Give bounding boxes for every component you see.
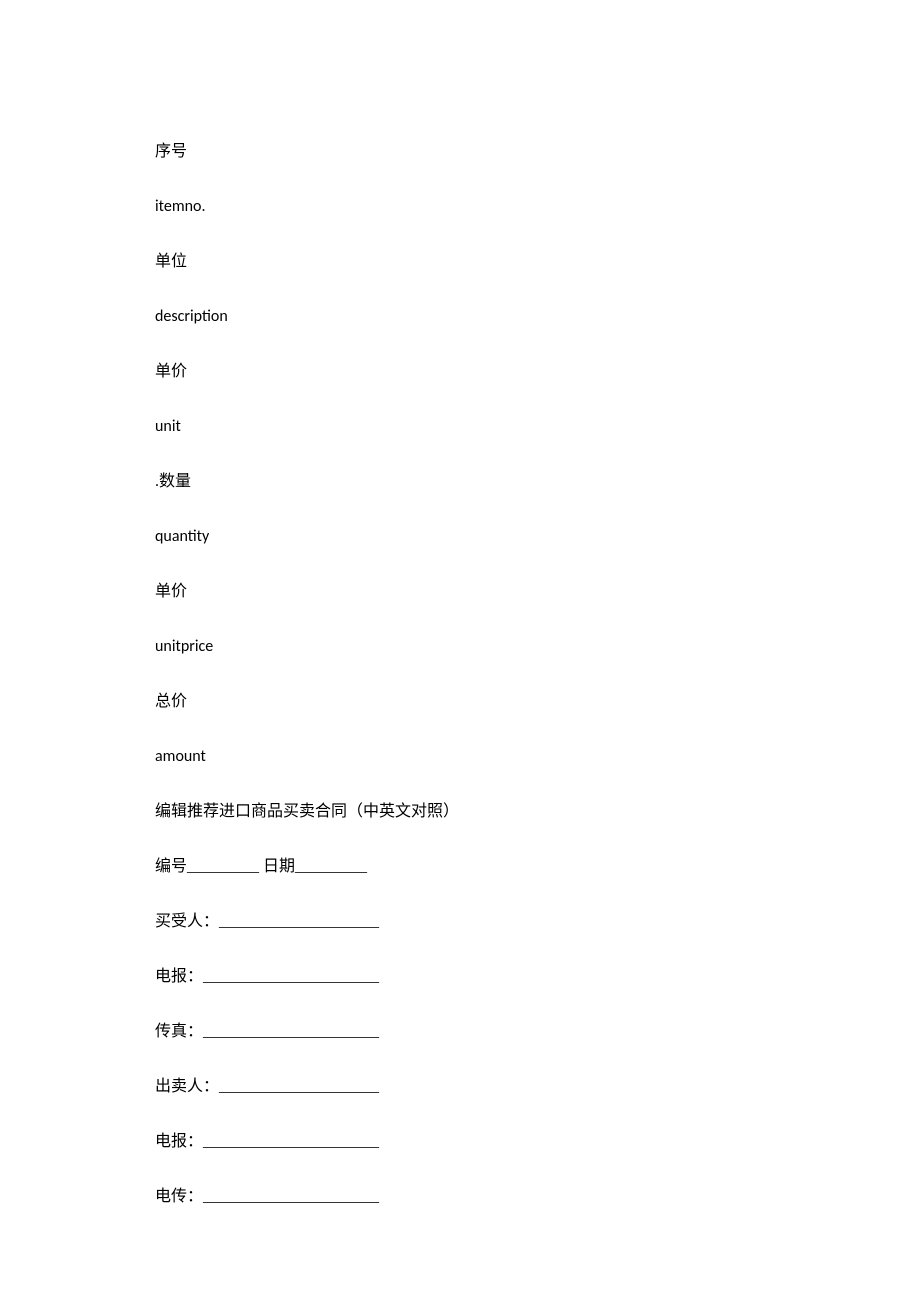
- line-title: 编辑推荐进口商品买卖合同（中英文对照）: [155, 800, 765, 824]
- line-bianhao-riqi: 编号_________ 日期_________: [155, 855, 765, 879]
- line-unitprice: unitprice: [155, 635, 765, 659]
- line-danwei: 单位: [155, 250, 765, 274]
- line-dianbao-1: 电报：______________________: [155, 965, 765, 989]
- line-chumairen: 出卖人：____________________: [155, 1075, 765, 1099]
- line-itemno: itemno.: [155, 195, 765, 219]
- line-quantity: quantity: [155, 525, 765, 549]
- line-danjia-2: 单价: [155, 580, 765, 604]
- line-dianbao-2: 电报：______________________: [155, 1130, 765, 1154]
- line-shuliang: .数量: [155, 470, 765, 494]
- line-chuanzhen: 传真：______________________: [155, 1020, 765, 1044]
- line-description: description: [155, 305, 765, 329]
- line-dianchuan: 电传：______________________: [155, 1185, 765, 1209]
- line-maishouren: 买受人：____________________: [155, 910, 765, 934]
- line-amount: amount: [155, 745, 765, 769]
- line-danjia-1: 单价: [155, 360, 765, 384]
- line-zongjia: 总价: [155, 690, 765, 714]
- line-xuhao: 序号: [155, 140, 765, 164]
- line-unit: unit: [155, 415, 765, 439]
